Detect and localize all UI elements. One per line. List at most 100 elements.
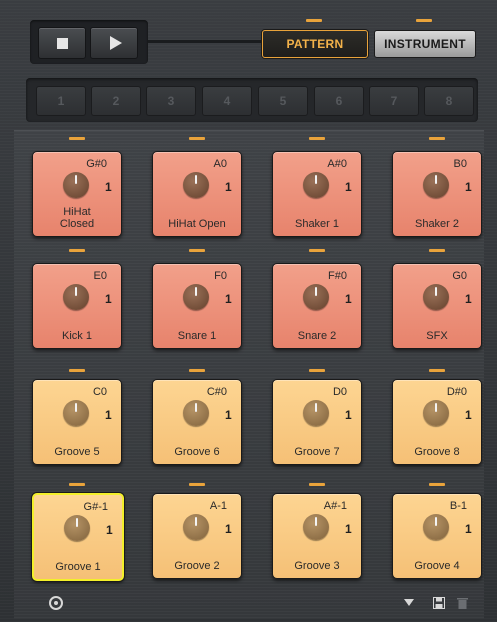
drum-pad[interactable]: A-1 1 Groove 2 (152, 493, 242, 579)
pad-led (309, 137, 325, 140)
settings-gear-icon[interactable] (48, 595, 64, 611)
instrument-button[interactable]: INSTRUMENT (374, 30, 476, 58)
pad-knob[interactable] (303, 172, 329, 198)
pad-note: E0 (93, 270, 107, 282)
drum-pad-selected[interactable]: G#-1 1 Groove 1 (32, 493, 124, 581)
pad-note: G#0 (86, 158, 107, 170)
drum-pad[interactable]: C#0 1 Groove 6 (152, 379, 242, 465)
pad-velocity: 1 (105, 180, 112, 194)
pad-note: B0 (453, 158, 467, 170)
pad-name: Groove 7 (294, 446, 340, 458)
pad-name: Groove 4 (414, 560, 460, 572)
pad-name: Snare 1 (177, 330, 217, 342)
pad-velocity: 1 (345, 292, 352, 306)
pad-led (69, 249, 85, 252)
pad-led (69, 483, 85, 486)
slot-button[interactable]: 1 (36, 86, 86, 116)
drum-pad[interactable]: A#0 1 Shaker 1 (272, 151, 362, 237)
trash-icon[interactable] (457, 597, 468, 609)
pad-knob[interactable] (64, 515, 90, 541)
drum-pad[interactable]: G#0 1 HiHat Closed (32, 151, 122, 237)
pad-knob[interactable] (423, 400, 449, 426)
drum-pad[interactable]: C0 1 Groove 5 (32, 379, 122, 465)
pad-name: Snare 2 (297, 330, 337, 342)
drum-pad[interactable]: E0 1 Kick 1 (32, 263, 122, 349)
pad-note: A0 (213, 158, 227, 170)
drum-pad[interactable]: G0 1 SFX (392, 263, 482, 349)
pad-velocity: 1 (345, 408, 352, 422)
pad-note: A#0 (327, 158, 347, 170)
drum-pad[interactable]: A#-1 1 Groove 3 (272, 493, 362, 579)
pad-name: Groove 2 (174, 560, 220, 572)
pad-led (429, 137, 445, 140)
pad-name: Shaker 2 (414, 218, 460, 230)
pad-name: Groove 1 (55, 561, 101, 573)
pad-led (189, 137, 205, 140)
pad-note: G0 (452, 270, 467, 282)
drum-pad[interactable]: F#0 1 Snare 2 (272, 263, 362, 349)
pad-name: HiHat Closed (59, 206, 95, 230)
chevron-down-icon[interactable] (404, 599, 414, 607)
drum-pad[interactable]: B-1 1 Groove 4 (392, 493, 482, 579)
pad-name: Groove 8 (414, 446, 460, 458)
instrument-led (416, 19, 432, 22)
pad-note: A#-1 (323, 500, 347, 512)
pad-knob[interactable] (423, 284, 449, 310)
slot-button[interactable]: 8 (424, 86, 474, 116)
pad-velocity: 1 (345, 522, 352, 536)
pad-led (309, 249, 325, 252)
slot-button[interactable]: 5 (258, 86, 308, 116)
pad-knob[interactable] (303, 284, 329, 310)
pad-knob[interactable] (183, 172, 209, 198)
pad-knob[interactable] (183, 284, 209, 310)
pad-velocity: 1 (225, 180, 232, 194)
stop-button[interactable] (38, 27, 86, 59)
pad-name: Shaker 1 (294, 218, 340, 230)
pad-knob[interactable] (63, 172, 89, 198)
pattern-slots: 1 2 3 4 5 6 7 8 (26, 78, 478, 122)
pad-note: B-1 (449, 500, 467, 512)
pad-knob[interactable] (303, 400, 329, 426)
transport-controls (30, 20, 148, 64)
pad-led (309, 483, 325, 486)
pad-name: Groove 6 (174, 446, 220, 458)
pad-knob[interactable] (423, 172, 449, 198)
pad-led (69, 369, 85, 372)
slot-button[interactable]: 4 (202, 86, 252, 116)
pad-name: SFX (426, 330, 448, 342)
pad-led (429, 369, 445, 372)
drum-pad[interactable]: D0 1 Groove 7 (272, 379, 362, 465)
slot-button[interactable]: 6 (314, 86, 364, 116)
save-icon[interactable] (433, 597, 445, 609)
drum-pad[interactable]: A0 1 HiHat Open (152, 151, 242, 237)
pad-knob[interactable] (63, 400, 89, 426)
pad-velocity: 1 (225, 522, 232, 536)
pad-velocity: 1 (225, 292, 232, 306)
pad-velocity: 1 (465, 180, 472, 194)
pattern-button[interactable]: PATTERN (262, 30, 368, 58)
pad-led (429, 249, 445, 252)
pad-name: Groove 3 (294, 560, 340, 572)
pad-velocity: 1 (225, 408, 232, 422)
pad-velocity: 1 (106, 523, 113, 537)
pad-grid: G#0 1 HiHat Closed A0 1 HiHat Open A#0 1… (14, 130, 484, 619)
slot-button[interactable]: 7 (369, 86, 419, 116)
pad-note: C#0 (206, 386, 227, 398)
pad-name: HiHat Open (168, 218, 226, 230)
play-icon (109, 36, 122, 50)
pad-note: D0 (332, 386, 347, 398)
pad-knob[interactable] (63, 284, 89, 310)
slot-button[interactable]: 2 (91, 86, 141, 116)
drum-pad[interactable]: F0 1 Snare 1 (152, 263, 242, 349)
stop-icon (56, 37, 68, 49)
pad-knob[interactable] (183, 400, 209, 426)
pad-knob[interactable] (183, 514, 209, 540)
drum-pad[interactable]: D#0 1 Groove 8 (392, 379, 482, 465)
pad-knob[interactable] (303, 514, 329, 540)
slot-button[interactable]: 3 (146, 86, 196, 116)
drum-pad[interactable]: B0 1 Shaker 2 (392, 151, 482, 237)
pad-instrument-panel: PATTERN INSTRUMENT 1 2 3 4 5 6 7 8 G#0 1… (0, 0, 497, 622)
pad-note: F#0 (328, 270, 347, 282)
play-button[interactable] (90, 27, 138, 59)
pad-knob[interactable] (423, 514, 449, 540)
